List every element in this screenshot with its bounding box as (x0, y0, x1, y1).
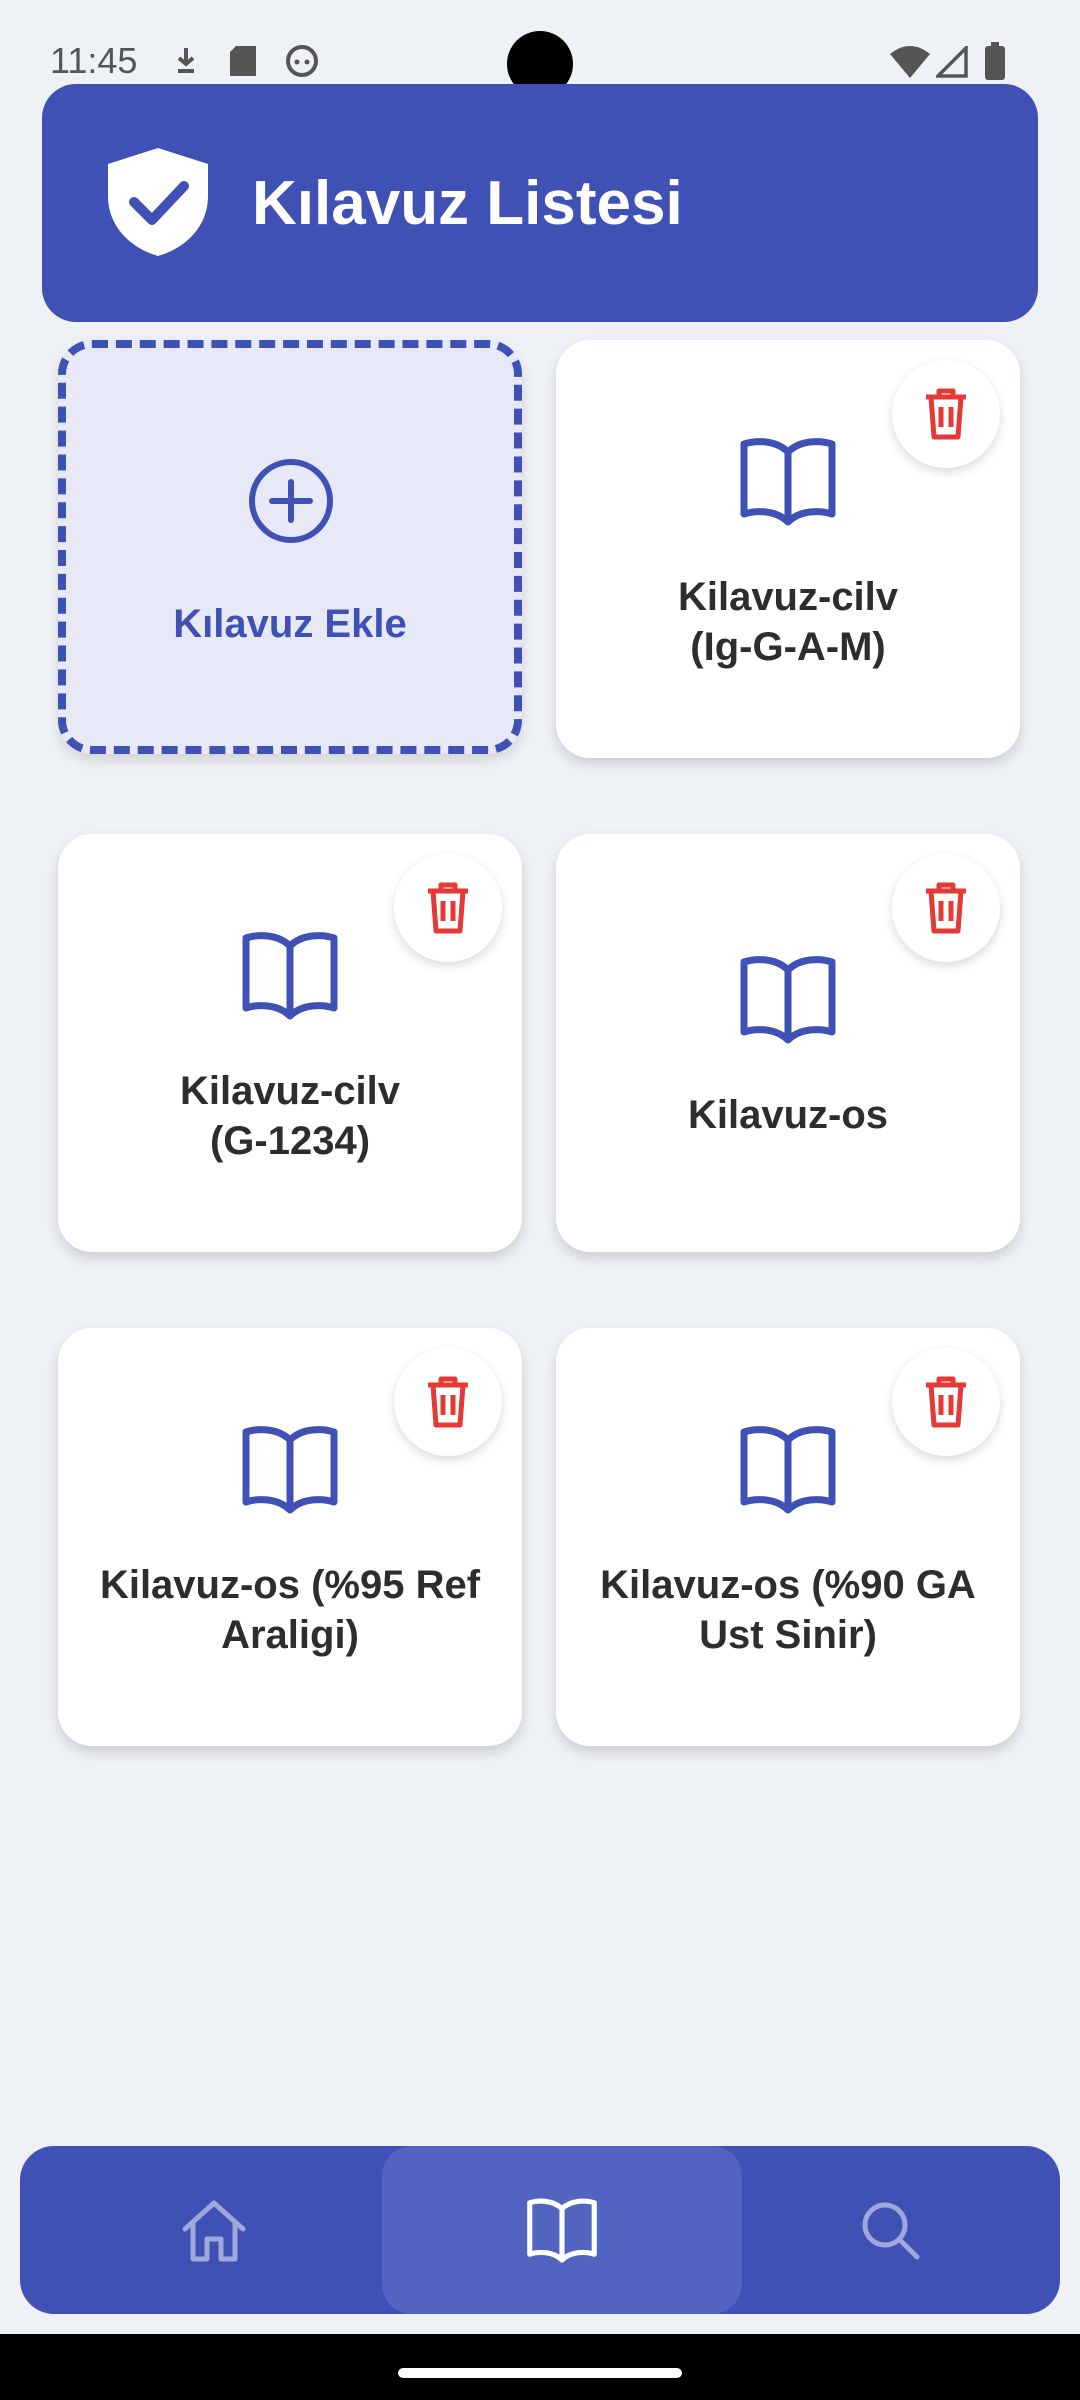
book-icon (740, 438, 836, 526)
delete-button[interactable] (394, 1348, 502, 1456)
trash-icon (428, 882, 468, 934)
nav-search[interactable] (720, 2146, 1060, 2314)
home-icon (182, 2200, 246, 2262)
guide-card[interactable]: Kilavuz-os (%95 Ref Araligi) (58, 1328, 522, 1746)
book-icon (242, 1426, 338, 1514)
delete-button[interactable] (892, 360, 1000, 468)
face-icon (286, 45, 318, 77)
trash-icon (926, 882, 966, 934)
search-icon (862, 2202, 920, 2260)
nav-guides[interactable] (392, 2146, 732, 2314)
guide-card[interactable]: Kilavuz-os (556, 834, 1020, 1252)
book-icon (527, 2198, 597, 2263)
sd-card-icon (230, 46, 256, 76)
status-bar: 11:45 (0, 0, 1080, 97)
guide-label: Kilavuz-cilv (G-1234) (179, 1069, 401, 1163)
book-icon (740, 956, 836, 1044)
delete-button[interactable] (394, 854, 502, 962)
guide-label: Kilavuz-os (687, 1093, 889, 1137)
battery-icon (985, 42, 1005, 80)
guide-label: Kilavuz-os (%90 GA Ust Sinir) (600, 1563, 976, 1657)
gesture-handle[interactable] (398, 2368, 682, 2378)
download-icon (177, 48, 195, 73)
add-guide-button[interactable]: Kılavuz Ekle (58, 340, 522, 754)
bottom-nav (20, 2146, 1060, 2314)
add-guide-label: Kılavuz Ekle (173, 602, 407, 646)
plus-circle-icon (249, 459, 333, 543)
signal-icon (936, 46, 968, 78)
delete-button[interactable] (892, 1348, 1000, 1456)
guide-label: Kilavuz-cilv (Ig-G-A-M) (677, 575, 899, 669)
guide-card[interactable]: Kilavuz-cilv (Ig-G-A-M) (556, 340, 1020, 758)
guide-card[interactable]: Kilavuz-os (%90 GA Ust Sinir) (556, 1328, 1020, 1746)
trash-icon (428, 1376, 468, 1428)
wifi-icon (890, 46, 930, 78)
status-time: 11:45 (50, 40, 138, 81)
shield-check-icon (108, 148, 208, 256)
guide-label: Kilavuz-os (%95 Ref Araligi) (99, 1563, 481, 1657)
delete-button[interactable] (892, 854, 1000, 962)
app-header: Kılavuz Listesi (42, 84, 1038, 322)
trash-icon (926, 388, 966, 440)
trash-icon (926, 1376, 966, 1428)
page-title: Kılavuz Listesi (252, 169, 683, 238)
book-icon (242, 932, 338, 1020)
nav-home[interactable] (44, 2146, 384, 2314)
guide-card[interactable]: Kilavuz-cilv (G-1234) (58, 834, 522, 1252)
book-icon (740, 1426, 836, 1514)
gesture-bar (0, 2334, 1080, 2400)
